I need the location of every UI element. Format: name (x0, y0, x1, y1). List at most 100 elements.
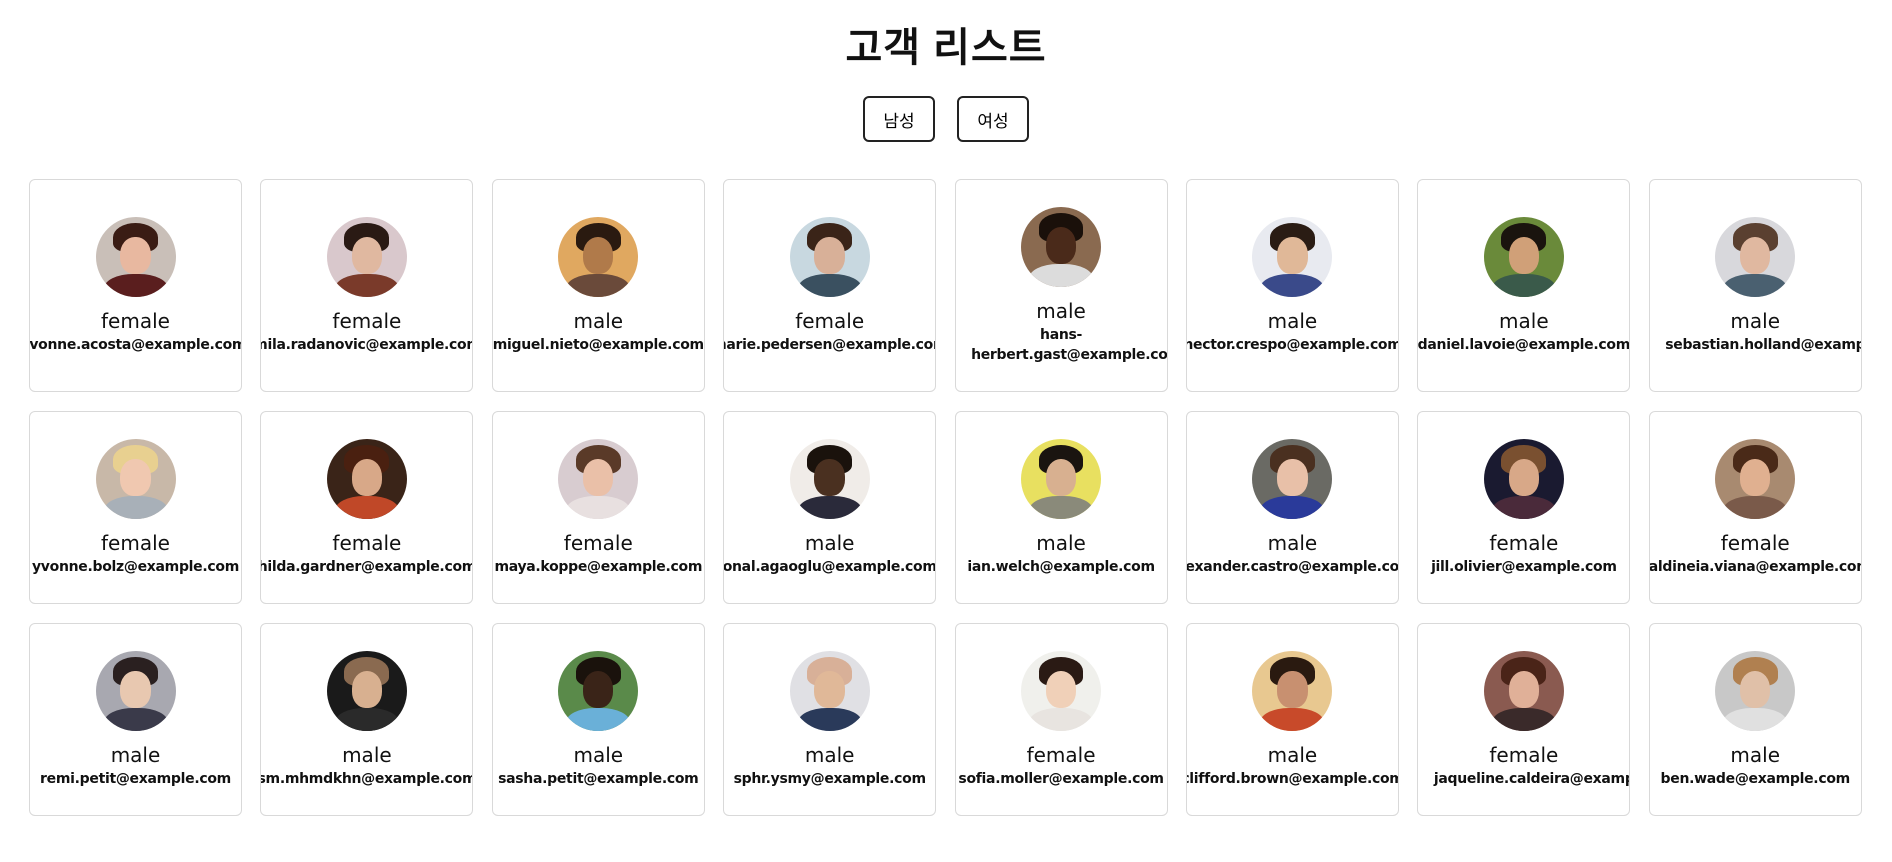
customer-email: sm.mhmdkhn@example.com (260, 770, 474, 787)
customer-card[interactable]: female jill.olivier@example.com (1417, 411, 1631, 604)
customer-email: jaqueline.caldeira@example.com (1433, 770, 1630, 787)
customer-gender: female (332, 530, 402, 555)
customer-email: miguel.nieto@example.com (492, 336, 704, 353)
customer-card[interactable]: male onal.agaoglu@example.com (723, 411, 937, 604)
customer-avatar (326, 438, 407, 519)
customer-gender: male (1730, 308, 1781, 333)
customer-card[interactable]: male sasha.petit@example.com (491, 623, 705, 816)
customer-avatar (326, 650, 407, 731)
customer-gender: female (1026, 742, 1096, 767)
customer-email: daniel.lavoie@example.com (1417, 336, 1631, 353)
customer-email: sebastian.holland@example.com (1665, 336, 1861, 353)
customer-email: ben.wade@example.com (1660, 770, 1851, 787)
customer-avatar (1252, 216, 1333, 297)
customer-avatar (95, 438, 176, 519)
customer-gender: male (1499, 308, 1549, 333)
customer-avatar (1252, 650, 1333, 731)
page-title: 고객 리스트 (845, 26, 1047, 70)
customer-avatar (1715, 216, 1796, 297)
customer-email: marie.pedersen@example.com (723, 336, 937, 353)
customer-avatar (789, 650, 870, 731)
customer-card[interactable]: female mila.radanovic@example.com (260, 179, 474, 392)
customer-gender: female (795, 308, 865, 333)
filter-male-button[interactable]: 남성 (863, 96, 935, 142)
customer-card[interactable]: male remi.petit@example.com (29, 623, 242, 816)
customer-avatar (1483, 650, 1564, 731)
customer-gender: male (1267, 308, 1318, 333)
customer-avatar (789, 216, 870, 297)
customer-avatar (326, 216, 407, 297)
customer-gender: female (101, 530, 170, 555)
customer-gender: female (101, 308, 170, 333)
customer-gender: male (804, 530, 855, 555)
customer-avatar (1483, 438, 1564, 519)
customer-card[interactable]: female maya.koppe@example.com (491, 411, 705, 604)
customer-card[interactable]: female sofia.moller@example.com (954, 623, 1168, 816)
customer-avatar (1021, 650, 1102, 731)
customer-email: alexander.castro@example.com (1185, 558, 1399, 575)
customer-gender: male (1267, 530, 1318, 555)
customer-avatar (1252, 438, 1333, 519)
customer-gender: male (573, 308, 624, 333)
customer-card[interactable]: female valdineia.viana@example.com (1648, 411, 1862, 604)
customer-card[interactable]: female jaqueline.caldeira@example.com (1417, 623, 1631, 816)
customer-email: clifford.brown@example.com (1185, 770, 1399, 787)
customer-email: jill.olivier@example.com (1431, 558, 1617, 575)
customer-card[interactable]: male sebastian.holland@example.com (1648, 179, 1862, 392)
customer-avatar (1021, 206, 1102, 287)
customer-email: hilda.gardner@example.com (260, 558, 474, 575)
customer-gender: female (563, 530, 633, 555)
customer-email: sasha.petit@example.com (498, 770, 699, 787)
customer-gender: female (1489, 530, 1559, 555)
customer-avatar (95, 650, 176, 731)
customer-email: sphr.ysmy@example.com (733, 770, 926, 787)
customer-avatar (558, 216, 639, 297)
customer-email: ian.welch@example.com (967, 558, 1155, 575)
customer-card[interactable]: male miguel.nieto@example.com (491, 179, 705, 392)
customer-avatar (558, 650, 639, 731)
customer-gender: female (1720, 530, 1790, 555)
customer-card[interactable]: male ben.wade@example.com (1648, 623, 1862, 816)
customer-email: valdineia.viana@example.com (1648, 558, 1862, 575)
customer-card[interactable]: male ian.welch@example.com (954, 411, 1168, 604)
customer-gender: male (1036, 298, 1086, 323)
customer-avatar (558, 438, 639, 519)
customer-card[interactable]: male hector.crespo@example.com (1185, 179, 1399, 392)
filter-female-button[interactable]: 여성 (957, 96, 1029, 142)
customer-card[interactable]: male sphr.ysmy@example.com (723, 623, 937, 816)
customer-card[interactable]: male clifford.brown@example.com (1185, 623, 1399, 816)
customer-gender: male (1267, 742, 1318, 767)
customer-email: mila.radanovic@example.com (260, 336, 474, 353)
customer-email: hector.crespo@example.com (1185, 336, 1399, 353)
customer-gender: female (1489, 742, 1559, 767)
customer-card[interactable]: male alexander.castro@example.com (1185, 411, 1399, 604)
customer-card[interactable]: female ivonne.acosta@example.com (29, 179, 242, 392)
customer-email: maya.koppe@example.com (494, 558, 703, 575)
customer-gender: male (110, 742, 161, 767)
customer-card[interactable]: male daniel.lavoie@example.com (1417, 179, 1631, 392)
customer-email: yvonne.bolz@example.com (31, 558, 239, 575)
customer-avatar (1483, 216, 1564, 297)
customer-email: sofia.moller@example.com (958, 770, 1164, 787)
customer-email: ivonne.acosta@example.com (29, 336, 242, 353)
customer-gender: male (804, 742, 855, 767)
customer-avatar (1021, 438, 1102, 519)
customer-gender: male (1730, 742, 1781, 767)
customer-card[interactable]: female hilda.gardner@example.com (260, 411, 474, 604)
customer-gender: male (573, 742, 624, 767)
customer-grid: female ivonne.acosta@example.com female mil… (29, 179, 1865, 816)
customer-card[interactable]: female yvonne.bolz@example.com (29, 411, 242, 604)
gender-filter-group: 남성 여성 (0, 96, 1892, 142)
customer-avatar (95, 216, 176, 297)
customer-avatar (789, 438, 870, 519)
customer-gender: male (342, 742, 392, 767)
customer-card[interactable]: female marie.pedersen@example.com (723, 179, 937, 392)
customer-avatar (1715, 438, 1796, 519)
customer-gender: female (332, 308, 402, 333)
customer-email: onal.agaoglu@example.com (723, 558, 937, 575)
customer-card[interactable]: male hans-herbert.gast@example.com (954, 179, 1168, 392)
customer-avatar (1715, 650, 1796, 731)
customer-card[interactable]: male sm.mhmdkhn@example.com (260, 623, 474, 816)
customer-email: remi.petit@example.com (40, 770, 231, 787)
customer-gender: male (1036, 530, 1086, 555)
